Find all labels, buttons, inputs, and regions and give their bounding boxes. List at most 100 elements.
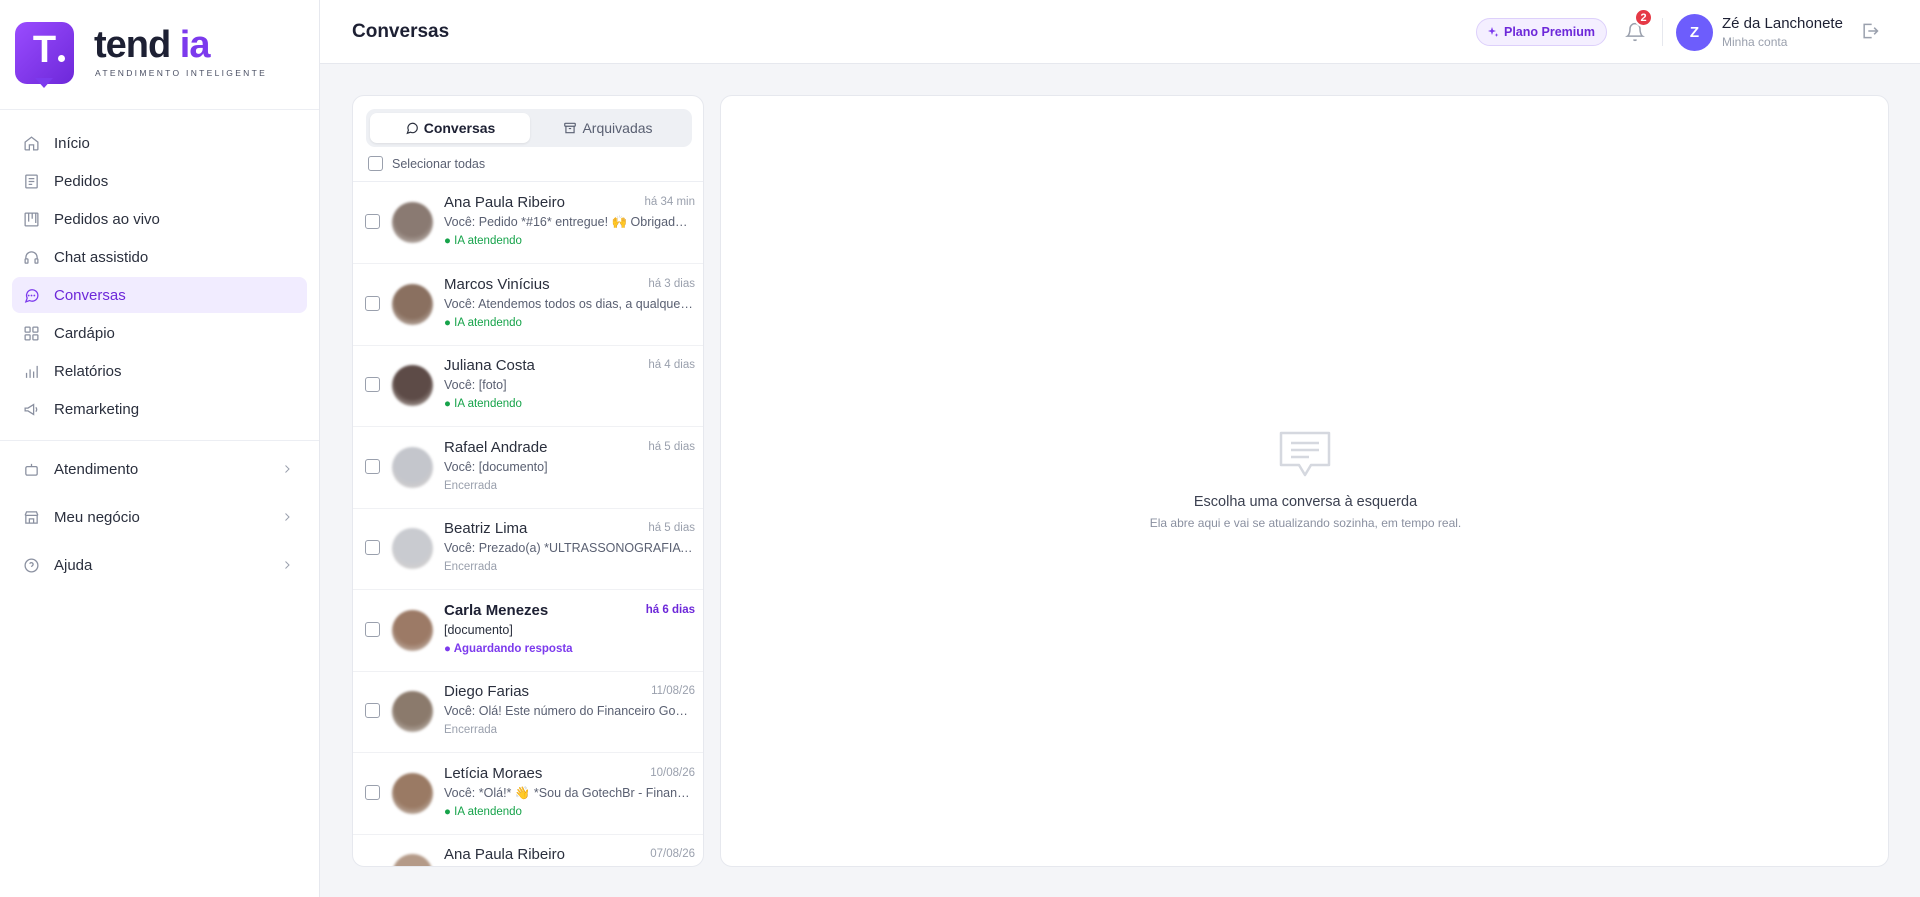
preview-text: Pedido *#16* entregue! 🙌 Obrigado pela p… — [478, 215, 694, 229]
conversation-preview: Você: Atendemos todos os dias, a qualque… — [444, 297, 694, 311]
conversation-tabs: Conversas Arquivadas — [366, 109, 692, 147]
select-all-checkbox[interactable] — [368, 156, 383, 171]
contact-avatar — [392, 202, 433, 243]
contact-name: Juliana Costa — [444, 357, 535, 374]
sidebar-group-atendimento[interactable]: Atendimento — [12, 451, 307, 487]
sidebar-item-pedidos[interactable]: Pedidos — [12, 163, 307, 199]
logo-dot — [58, 55, 65, 62]
message-square-icon — [1277, 429, 1333, 488]
sidebar-item-relatorios[interactable]: Relatórios — [12, 353, 307, 389]
conversation-item[interactable]: Letícia Moraes 10/08/26 Você: *Olá!* 👋 *So… — [353, 753, 703, 835]
conversation-time: há 34 min — [644, 196, 695, 208]
contact-avatar — [392, 283, 433, 325]
avatar[interactable]: Z — [1676, 14, 1713, 51]
conversation-checkbox[interactable] — [365, 703, 380, 718]
conversation-checkbox[interactable] — [365, 621, 380, 637]
conversation-item[interactable]: Rafael Andrade há 5 dias Você: [documento]… — [353, 427, 703, 509]
chat-bubble-icon — [405, 121, 419, 135]
archive-icon — [563, 121, 577, 135]
conversation-checkbox[interactable] — [365, 458, 380, 474]
tab-arquivadas[interactable]: Arquivadas — [528, 113, 688, 143]
conversation-status: ● IA atendendo — [444, 235, 522, 247]
sidebar-item-label: Pedidos ao vivo — [54, 210, 160, 228]
brand-name-accent: ia — [179, 24, 211, 66]
contact-avatar — [392, 691, 433, 732]
conversation-time: há 4 dias — [648, 359, 695, 371]
contact-avatar — [392, 609, 433, 651]
user-account-link[interactable]: Minha conta — [1722, 35, 1787, 49]
select-all[interactable]: Selecionar todas — [368, 156, 485, 171]
conversation-status: ● Aguardando resposta — [444, 642, 573, 655]
sidebar-item-chat-assistido[interactable]: Chat assistido — [12, 239, 307, 275]
conversation-status: Encerrada — [444, 724, 498, 736]
conversation-item[interactable]: Diego Farias 11/08/26 Você: Olá! Este núme… — [353, 671, 703, 753]
select-all-label: Selecionar todas — [392, 156, 486, 171]
conversation-preview: Você: [foto] — [444, 378, 694, 392]
preview-prefix: Você: — [444, 541, 476, 555]
conversation-checkbox[interactable] — [365, 866, 380, 867]
conversation-status: ● IA atendendo — [444, 805, 522, 818]
conversation-checkbox[interactable] — [365, 784, 380, 800]
sidebar-item-cardapio[interactable]: Cardápio — [12, 315, 307, 351]
sidebar-item-inicio[interactable]: Início — [12, 125, 307, 161]
logout-icon[interactable] — [1860, 21, 1880, 46]
conversation-preview: Você: [documento] — [444, 460, 694, 474]
premium-plan-badge[interactable]: Plano Premium — [1476, 18, 1607, 46]
user-name[interactable]: Zé da Lanchonete — [1722, 15, 1843, 32]
sidebar-item-label: Conversas — [54, 286, 126, 304]
notification-badge: 2 — [1634, 8, 1653, 27]
conversation-preview: Você: *Olá!* 👋 *Sou da GotechBr - Financ… — [444, 786, 694, 801]
sidebar-group-label: Ajuda — [54, 556, 93, 574]
conversation-preview: [documento] — [444, 623, 694, 637]
conversation-status: ● IA atendendo — [444, 398, 522, 410]
contact-name: Beatriz Lima — [444, 520, 528, 537]
sidebar-item-label: Cardápio — [54, 324, 115, 342]
conversation-time: há 5 dias — [648, 440, 695, 453]
logo-tail — [35, 78, 53, 88]
preview-prefix: Você: — [444, 215, 476, 229]
contact-name: Ana Paula Ribeiro — [444, 194, 565, 211]
help-circle-icon — [23, 557, 40, 574]
sparkles-icon — [1487, 26, 1499, 38]
conversation-item[interactable]: Ana Paula Ribeiro 07/08/26 — [353, 834, 703, 867]
sidebar-item-conversas[interactable]: Conversas — [12, 277, 307, 313]
empty-state-title: Escolha uma conversa à esquerda — [1193, 494, 1418, 510]
sidebar-item-pedidos-ao-vivo[interactable]: Pedidos ao vivo — [12, 201, 307, 237]
sidebar-item-remarketing[interactable]: Remarketing — [12, 391, 307, 427]
conversation-status: Encerrada — [444, 561, 498, 573]
preview-text: Olá! Este número do Financeiro GoTech — [478, 704, 694, 718]
brand-name[interactable]: tend ia — [94, 24, 211, 67]
preview-text: [foto] — [478, 378, 507, 392]
contact-avatar — [392, 772, 433, 814]
sidebar-group-ajuda[interactable]: Ajuda — [12, 547, 307, 583]
conversation-checkbox[interactable] — [365, 295, 380, 311]
conversation-time: 07/08/26 — [650, 848, 695, 860]
megaphone-icon — [23, 401, 40, 418]
conversation-time: há 3 dias — [648, 277, 695, 290]
conversation-preview: Você: Pedido *#16* entregue! 🙌 Obrigado … — [444, 215, 694, 230]
conversation-status: ● IA atendendo — [444, 316, 522, 329]
chevron-right-icon — [281, 558, 293, 576]
contact-name: Rafael Andrade — [444, 438, 548, 456]
chevron-right-icon — [281, 510, 293, 528]
conversation-checkbox[interactable] — [365, 540, 380, 555]
conversation-item[interactable]: Ana Paula Ribeiro há 34 min Você: Pedido *… — [353, 182, 703, 264]
sidebar-group-meu-negocio[interactable]: Meu negócio — [12, 499, 307, 535]
premium-plan-label: Plano Premium — [1504, 25, 1595, 39]
tab-conversas[interactable]: Conversas — [370, 113, 530, 143]
preview-prefix: Você: — [444, 704, 476, 718]
sidebar-item-label: Chat assistido — [54, 248, 149, 266]
conversation-item[interactable]: Juliana Costa há 4 dias Você: [foto] ● IA a… — [353, 345, 703, 427]
conversation-item[interactable]: Beatriz Lima há 5 dias Você: Prezado(a) *U… — [353, 508, 703, 590]
preview-text: [documento] — [478, 459, 548, 474]
contact-name: Marcos Vinícius — [444, 275, 550, 293]
chevron-right-icon — [281, 462, 293, 480]
conversation-list-panel: Conversas Arquivadas Selecionar todas An… — [352, 95, 704, 867]
conversation-item[interactable]: Carla Menezes há 6 dias [documento] ● Aguar… — [353, 590, 703, 672]
conversation-checkbox[interactable] — [365, 214, 380, 229]
sidebar-item-label: Início — [54, 134, 90, 152]
conversation-item[interactable]: Marcos Vinícius há 3 dias Você: Atendemos … — [353, 264, 703, 346]
home-icon — [23, 135, 40, 152]
store-icon — [23, 509, 40, 526]
conversation-checkbox[interactable] — [365, 377, 380, 392]
